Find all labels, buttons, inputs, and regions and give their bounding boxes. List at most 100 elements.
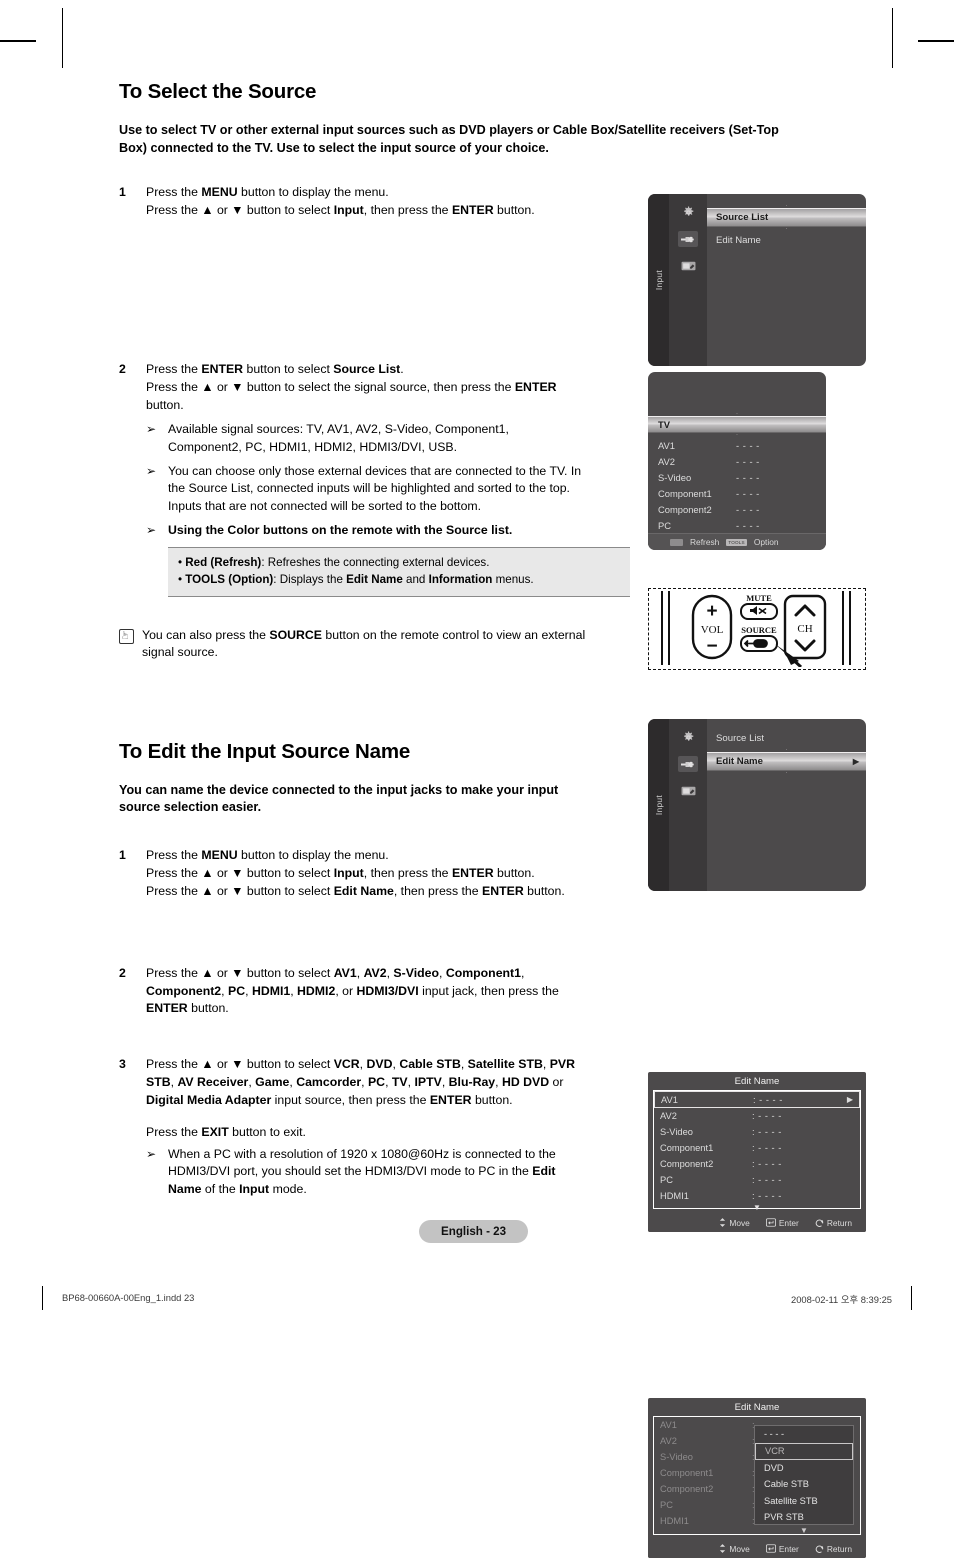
return-arrow-icon	[815, 1545, 824, 1553]
svg-text:MUTE: MUTE	[746, 593, 772, 603]
osd-source-row-tv[interactable]: TV	[648, 416, 826, 433]
osd-input-menu-source-list[interactable]: Input · Source List · Edit Name	[648, 194, 866, 366]
osd-edit-name-list[interactable]: Edit Name AV1 : - - - - ▶ AV2 : - - - - …	[648, 1072, 866, 1232]
edit-picture-icon[interactable]	[678, 783, 698, 799]
bullet-pc-resolution: ➢ When a PC with a resolution of 1920 x …	[146, 1146, 639, 1199]
step2-line3: button.	[146, 398, 184, 413]
step1-line2: Press the ▲ or ▼ button to select Input,…	[146, 202, 535, 217]
osd-source-row-component2[interactable]: Component2 - - - -	[648, 501, 826, 517]
dropdown-option-dvd[interactable]: DVD	[755, 1460, 853, 1477]
osd-source-list-footer: Refresh TOOLS Option	[648, 533, 826, 550]
step-body: Press the MENU button to display the men…	[146, 184, 639, 220]
bullet-arrow-icon: ➢	[146, 523, 157, 538]
osd-menu-items: Source List · Edit Name ▶ ·	[707, 719, 866, 891]
bullet-connected-devices: ➢ You can choose only those external dev…	[146, 463, 639, 516]
osd-edit-name-footer: Move Enter Return	[648, 1539, 866, 1558]
osd-edit-name-title: Edit Name	[734, 1075, 780, 1087]
footer-rule-right	[911, 1286, 912, 1310]
s2-step-3: 3 Press the ▲ or ▼ button to select VCR,…	[119, 1056, 639, 1205]
crop-mark-right-top	[918, 40, 954, 42]
step-2: 2 Press the ENTER button to select Sourc…	[119, 361, 639, 597]
svg-text:+: +	[706, 601, 717, 622]
osd-edit-name-dropdown[interactable]: Edit Name AV1 : AV2 : S-Video : Componen…	[648, 1398, 866, 1558]
remote-control-svg: + VOL − MUTE SOURCE CH	[661, 591, 851, 669]
osd-item-source-list[interactable]: Source List	[707, 208, 866, 227]
s2s3-bullets: ➢ When a PC with a resolution of 1920 x …	[146, 1146, 639, 1199]
osd-menu-items: · Source List · Edit Name	[707, 194, 866, 366]
s2s1-line1: Press the MENU button to display the men…	[146, 848, 389, 863]
step-body: Press the ENTER button to select Source …	[146, 361, 639, 597]
osd-source-row-component1[interactable]: Component1 - - - -	[648, 485, 826, 501]
osd-input-menu-edit-name[interactable]: Input Source List · Edit Name ▶ ·	[648, 719, 866, 891]
enter-key-icon	[765, 1218, 776, 1227]
crop-mark-top-right	[892, 8, 893, 68]
step-number: 2	[119, 965, 126, 980]
osd-source-row-av2[interactable]: AV2 - - - -	[648, 453, 826, 469]
s2s2-line1: Press the ▲ or ▼ button to select AV1, A…	[146, 965, 525, 980]
chevron-right-icon: ▶	[852, 757, 859, 766]
osd-editname-row-av2[interactable]: AV2 : - - - -	[654, 1108, 860, 1124]
note-source-button: You can also press the SOURCE button on …	[119, 627, 639, 662]
enter-hint: Enter	[765, 1544, 799, 1554]
osd-device-name-dropdown[interactable]: - - - - VCR DVD Cable STB Satellite STB …	[754, 1425, 854, 1535]
scroll-down-icon[interactable]: ▼	[755, 1526, 853, 1535]
refresh-label: Refresh	[690, 537, 720, 547]
osd-editname-row-component2[interactable]: Component2 : - - - -	[654, 1156, 860, 1172]
lead-line-2: Box) connected to the TV. Use to select …	[119, 140, 549, 155]
bullet1-line1: Available signal sources: TV, AV1, AV2, …	[168, 421, 509, 436]
s2-lead-line-1: You can name the device connected to the…	[119, 782, 559, 797]
s2-lead-line-2: source selection easier.	[119, 800, 262, 815]
dropdown-option-cable-stb[interactable]: Cable STB	[755, 1476, 853, 1493]
plug-icon[interactable]	[678, 231, 698, 247]
scroll-down-icon[interactable]: ▼	[654, 1204, 860, 1212]
return-arrow-icon	[815, 1219, 824, 1227]
osd-source-row-pc[interactable]: PC - - - -	[648, 517, 826, 533]
footer-filename: BP68-00660A-00Eng_1.indd 23	[62, 1292, 195, 1303]
osd-source-row-svideo[interactable]: S-Video - - - -	[648, 469, 826, 485]
return-hint: Return	[815, 1544, 852, 1554]
osd-editname-row-component1[interactable]: Component1 : - - - -	[654, 1140, 860, 1156]
page-number-badge: English - 23	[419, 1220, 529, 1243]
s2s3-exit-line: Press the EXIT button to exit.	[146, 1124, 306, 1139]
bullet-color-buttons: ➢ Using the Color buttons on the remote …	[146, 522, 639, 540]
bullet2-line1: You can choose only those external devic…	[168, 463, 582, 478]
osd-source-list[interactable]: · TV · AV1 - - - - AV2 - - - - S-Video -…	[648, 372, 826, 550]
osd-item-source-list[interactable]: Source List	[707, 729, 866, 748]
osd-item-edit-name[interactable]: Edit Name ▶	[707, 752, 866, 771]
move-hint: Move	[719, 1544, 750, 1554]
s2s1-line2: Press the ▲ or ▼ button to select Input,…	[146, 866, 535, 881]
osd-item-label: Edit Name	[716, 756, 763, 767]
osd-editname-row-av1[interactable]: AV1 : - - - - ▶	[654, 1091, 860, 1108]
svg-text:CH: CH	[797, 623, 812, 635]
edit-picture-icon[interactable]	[678, 258, 698, 274]
osd-edit-name-box: AV1 : AV2 : S-Video : Component1 : Compo…	[653, 1416, 861, 1535]
osd-item-label: Source List	[716, 733, 764, 744]
bullet-available-sources: ➢ Available signal sources: TV, AV1, AV2…	[146, 421, 639, 457]
step2-line1: Press the ENTER button to select Source …	[146, 362, 404, 377]
step2-bullets: ➢ Available signal sources: TV, AV1, AV2…	[146, 421, 639, 540]
gear-icon[interactable]	[678, 729, 698, 745]
osd-edit-name-title: Edit Name	[734, 1401, 780, 1413]
osd-editname-row-svideo[interactable]: S-Video : - - - -	[654, 1124, 860, 1140]
svg-text:VOL: VOL	[701, 624, 724, 636]
osd-editname-row-hdmi1[interactable]: HDMI1 : - - - -	[654, 1188, 860, 1204]
article-content: To Select the Source Use to select TV or…	[119, 80, 779, 1207]
gear-icon[interactable]	[678, 204, 698, 220]
osd-source-row-av1[interactable]: AV1 - - - -	[648, 437, 826, 453]
osd-edit-name-box: AV1 : - - - - ▶ AV2 : - - - - S-Video : …	[653, 1090, 861, 1212]
infobox-line-red: • Red (Refresh): Refreshes the connectin…	[178, 555, 490, 569]
dropdown-option-blank[interactable]: - - - -	[755, 1426, 853, 1443]
osd-editname-row-pc[interactable]: PC : - - - -	[654, 1172, 860, 1188]
step-number: 2	[119, 362, 126, 377]
dropdown-option-satellite-stb[interactable]: Satellite STB	[755, 1493, 853, 1510]
dropdown-option-vcr[interactable]: VCR	[755, 1442, 853, 1460]
footer-timestamp: 2008-02-11 오후 8:39:25	[791, 1294, 892, 1305]
step-number: 3	[119, 1057, 126, 1072]
dropdown-option-pvr-stb[interactable]: PVR STB	[755, 1509, 853, 1526]
plug-icon[interactable]	[678, 756, 698, 772]
bullet2-line3: Inputs that are not connected will be so…	[168, 499, 482, 514]
option-label: Option	[753, 537, 779, 547]
osd-item-edit-name[interactable]: Edit Name	[707, 231, 866, 250]
step-number: 1	[119, 848, 126, 863]
updown-arrow-icon	[720, 1218, 726, 1227]
